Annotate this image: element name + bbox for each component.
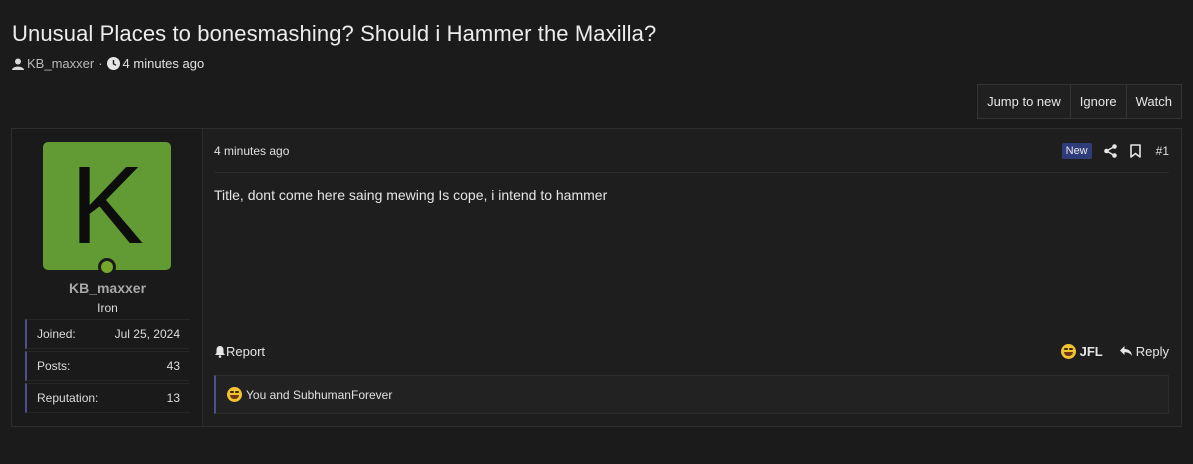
stat-joined: Joined: Jul 25, 2024 (25, 319, 190, 349)
report-label: Report (226, 343, 266, 359)
user-title: Iron (97, 301, 118, 315)
stat-label: Reputation: (37, 391, 99, 405)
react-button[interactable]: JFL (1060, 343, 1103, 359)
stat-reputation: Reputation: 13 (25, 383, 190, 413)
stat-posts: Posts: 43 (25, 351, 190, 381)
post-header: 4 minutes ago New #1 (214, 129, 1169, 173)
bookmark-icon[interactable] (1129, 143, 1141, 158)
laughing-emoji-icon (1060, 343, 1076, 359)
stat-value: 43 (166, 359, 180, 373)
thread-action-bar: Jump to new Ignore Watch (977, 84, 1182, 119)
thread-posted-time[interactable]: 4 minutes ago (123, 56, 205, 71)
thread-title: Unusual Places to bonesmashing? Should i… (12, 21, 657, 46)
clock-icon (106, 57, 120, 70)
new-badge: New (1061, 142, 1092, 159)
share-icon[interactable] (1103, 143, 1117, 158)
stat-value: 13 (166, 391, 180, 405)
reactions-bar[interactable]: You and SubhumanForever (214, 375, 1169, 414)
stat-value: Jul 25, 2024 (114, 327, 180, 341)
footer-actions: JFL Reply (1060, 343, 1169, 359)
report-button[interactable]: Report (214, 344, 265, 359)
username[interactable]: KB_maxxer (12, 280, 203, 296)
post-main: 4 minutes ago New #1 Title, dont come he… (203, 129, 1181, 426)
meta-separator: · (98, 56, 103, 71)
avatar[interactable]: K (43, 142, 171, 270)
reactions-list[interactable]: You and SubhumanForever (246, 388, 392, 402)
post-body: Title, dont come here saing mewing Is co… (214, 187, 608, 203)
jump-to-new-button[interactable]: Jump to new (978, 85, 1071, 118)
thread-author-link[interactable]: KB_maxxer (27, 56, 94, 71)
reply-icon (1119, 345, 1136, 357)
post-tools: New #1 (1061, 142, 1169, 159)
user-icon (12, 58, 24, 70)
reply-button[interactable]: Reply (1119, 344, 1169, 359)
post-footer: Report JFL Reply (214, 341, 1169, 361)
user-stats: Joined: Jul 25, 2024 Posts: 43 Reputatio… (25, 319, 190, 415)
watch-button[interactable]: Watch (1127, 85, 1181, 118)
reply-label: Reply (1135, 343, 1169, 359)
post-number[interactable]: #1 (1156, 144, 1169, 158)
bell-icon (214, 345, 226, 358)
post: K KB_maxxer Iron Joined: Jul 25, 2024 Po… (11, 128, 1182, 427)
stat-label: Joined: (37, 327, 76, 341)
laughing-emoji-icon (227, 387, 242, 402)
react-label: JFL (1079, 343, 1103, 359)
post-time[interactable]: 4 minutes ago (214, 144, 289, 158)
user-panel: K KB_maxxer Iron Joined: Jul 25, 2024 Po… (12, 129, 203, 426)
online-status-indicator (98, 258, 116, 276)
stat-label: Posts: (37, 359, 71, 373)
ignore-button[interactable]: Ignore (1071, 85, 1127, 118)
thread-meta: KB_maxxer · 4 minutes ago (12, 56, 204, 71)
